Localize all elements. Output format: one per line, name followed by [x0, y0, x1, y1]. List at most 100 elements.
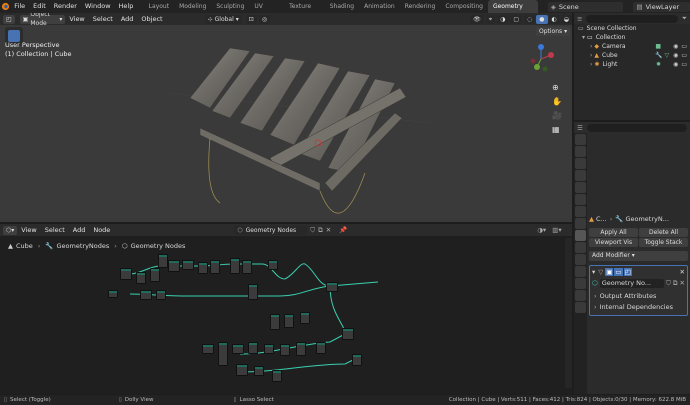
tab-modeling[interactable]: Modeling — [174, 0, 211, 13]
add-modifier-dropdown[interactable]: Add Modifier ▾ — [589, 250, 688, 261]
node[interactable] — [158, 254, 168, 268]
output-attributes-section[interactable]: › Output Attributes — [594, 291, 685, 302]
node[interactable] — [296, 342, 306, 356]
edit-mode-icon[interactable]: ▣ — [605, 268, 614, 276]
shield-icon[interactable]: ⛉ — [666, 279, 671, 288]
world-tab-icon[interactable] — [575, 194, 586, 205]
node[interactable] — [136, 272, 146, 284]
snap-icon[interactable]: ⊡ — [245, 14, 257, 24]
particles-tab-icon[interactable] — [575, 242, 586, 253]
node[interactable] — [248, 342, 258, 354]
hand-pan-icon[interactable]: ✋ — [552, 97, 562, 106]
menu-help[interactable]: Help — [115, 0, 138, 13]
expand-arrow-icon[interactable]: ▾ — [592, 268, 595, 276]
tab-sculpting[interactable]: Sculpting — [211, 0, 249, 13]
collection-tab-icon[interactable] — [575, 206, 586, 217]
node[interactable] — [202, 344, 214, 354]
vertex-group-icon[interactable]: ▽ — [598, 268, 603, 276]
data-tab-icon[interactable] — [575, 278, 586, 289]
duplicate-icon[interactable]: ⧉ — [673, 279, 678, 288]
properties-editor-icon[interactable]: ☰ — [577, 124, 583, 132]
overlay-toggle-icon[interactable]: ◑ — [497, 14, 509, 24]
node[interactable] — [232, 344, 244, 354]
node[interactable] — [264, 344, 274, 354]
tab-uv-editing[interactable]: UV Editing — [249, 0, 284, 23]
vp-menu-object[interactable]: Object — [137, 13, 166, 25]
zoom-icon[interactable]: ⊕ — [552, 83, 559, 92]
node[interactable] — [108, 290, 118, 298]
internal-dependencies-section[interactable]: › Internal Dependencies — [594, 302, 685, 313]
camera-render-icon[interactable]: ▭ — [681, 42, 687, 51]
node[interactable] — [280, 344, 290, 356]
vp-menu-view[interactable]: View — [65, 13, 88, 25]
proportional-edit-icon[interactable]: ◎ — [258, 14, 271, 24]
tool-tab-icon[interactable] — [575, 134, 586, 145]
realtime-icon[interactable]: ▭ — [614, 268, 623, 276]
node[interactable] — [326, 282, 338, 292]
shading-rendered-icon[interactable]: ◒ — [560, 14, 572, 24]
outliner-search-input[interactable] — [586, 14, 678, 23]
pallet-model[interactable] — [170, 43, 430, 222]
node[interactable] — [168, 260, 180, 272]
node[interactable] — [198, 262, 208, 274]
node[interactable] — [248, 284, 258, 300]
node[interactable] — [352, 354, 362, 366]
tab-rendering[interactable]: Rendering — [400, 0, 441, 13]
shading-solid-icon[interactable]: ● — [536, 14, 548, 24]
funnel-icon[interactable]: ⏷ — [682, 14, 687, 23]
xray-icon[interactable]: ▢ — [510, 14, 522, 24]
grid-ortho-icon[interactable]: ▦ — [552, 125, 560, 134]
apply-all-button[interactable]: Apply All — [589, 227, 638, 237]
node[interactable] — [230, 258, 240, 274]
close-icon[interactable]: ✕ — [680, 268, 685, 276]
node[interactable] — [342, 328, 354, 340]
outliner-collection[interactable]: ▾ ▭ Collection — [574, 33, 690, 42]
node[interactable] — [268, 260, 278, 270]
node[interactable] — [316, 342, 326, 354]
node[interactable] — [182, 260, 194, 270]
menu-edit[interactable]: Edit — [29, 0, 50, 13]
scene-selector[interactable]: ◈ Scene — [547, 1, 624, 12]
outliner-scene-collection[interactable]: ▭ Scene Collection — [574, 24, 690, 33]
filter-icon[interactable]: ≡ — [577, 15, 582, 23]
outliner-item-light[interactable]: › ✺ Light ✹ ◉ ▭ — [574, 60, 690, 69]
menu-render[interactable]: Render — [50, 0, 81, 13]
node[interactable] — [140, 290, 152, 300]
menu-file[interactable]: File — [10, 0, 29, 13]
menu-window[interactable]: Window — [81, 0, 115, 13]
transform-orientation-dropdown[interactable]: ⊹ Global ▾ — [204, 14, 242, 24]
object-mode-dropdown[interactable]: ▣ Object Mode ▾ — [19, 13, 66, 27]
node[interactable] — [272, 370, 282, 382]
camera-view-icon[interactable]: 🎥 — [552, 111, 562, 120]
output-tab-icon[interactable] — [575, 158, 586, 169]
tab-layout[interactable]: Layout — [144, 0, 174, 13]
gizmo-toggle-icon[interactable]: ⌖ — [485, 14, 496, 24]
viewport-vis-button[interactable]: Viewport Vis — [589, 237, 638, 247]
node[interactable] — [284, 314, 294, 328]
tab-texture-paint[interactable]: Texture Paint — [284, 0, 325, 23]
node[interactable] — [270, 314, 280, 330]
vp-menu-add[interactable]: Add — [117, 13, 138, 25]
properties-search-input[interactable] — [586, 123, 687, 132]
scene-tab-icon[interactable] — [575, 182, 586, 193]
object-tab-icon[interactable] — [575, 218, 586, 229]
node[interactable] — [150, 268, 160, 282]
constraints-tab-icon[interactable] — [575, 266, 586, 277]
view-layer-tab-icon[interactable] — [575, 170, 586, 181]
node[interactable] — [236, 364, 248, 376]
tab-compositing[interactable]: Compositing — [440, 0, 488, 13]
node[interactable] — [300, 312, 310, 324]
tab-shading[interactable]: Shading — [325, 0, 359, 13]
node-editor[interactable]: ⬡▾ View Select Add Node ⬡ Geometry Nodes… — [0, 224, 572, 394]
outliner-item-cube[interactable]: › ▲ Cube 🔧 ▽ ◉ ▭ — [574, 51, 690, 60]
node[interactable] — [210, 260, 220, 274]
blender-logo-icon[interactable] — [0, 0, 10, 13]
shading-material-icon[interactable]: ◐ — [548, 14, 560, 24]
modifier-name-field[interactable]: Geometry No... — [599, 278, 665, 288]
tab-animation[interactable]: Animation — [359, 0, 400, 13]
texture-tab-icon[interactable] — [575, 302, 586, 313]
eye-icon[interactable]: ◉ — [673, 42, 678, 51]
physics-tab-icon[interactable] — [575, 254, 586, 265]
navigation-gizmo[interactable] — [525, 43, 557, 75]
vp-menu-select[interactable]: Select — [89, 13, 117, 25]
